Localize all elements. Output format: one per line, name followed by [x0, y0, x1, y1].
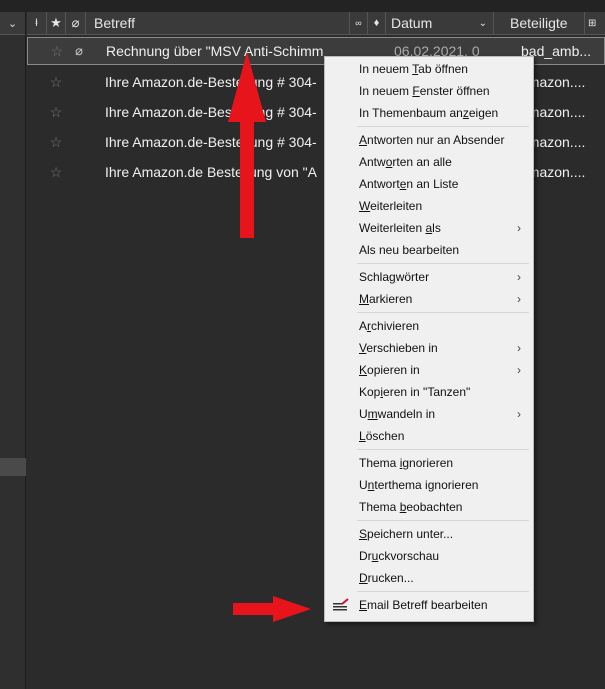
red-arrow-up-annotation: [228, 52, 266, 238]
submenu-chevron-icon: ›: [517, 407, 521, 421]
menu-item-label: In neuem Fenster öffnen: [359, 84, 490, 98]
menu-item-label: Schlagwörter: [359, 270, 430, 284]
submenu-chevron-icon: ›: [517, 363, 521, 377]
menu-item-verschieben-in[interactable]: Verschieben in ›: [325, 337, 533, 359]
attachment-column-icon[interactable]: ⌀: [66, 12, 86, 34]
edit-subject-icon: [333, 598, 349, 612]
starred-column-icon[interactable]: ★: [47, 12, 66, 34]
menu-item-umwandeln-in[interactable]: Umwandeln in ›: [325, 403, 533, 425]
column-picker-icon[interactable]: ⊞: [585, 12, 605, 34]
menu-item-label: Kopieren in: [359, 363, 420, 377]
menu-item-label: Antworten an Liste: [359, 177, 459, 191]
menu-item-label: Antworten nur an Absender: [359, 133, 505, 147]
star-icon[interactable]: ☆: [44, 134, 68, 151]
menu-item-email-betreff-bearbeiten[interactable]: Email Betreff bearbeiten: [325, 594, 533, 616]
menu-item-speichern-unter[interactable]: Speichern unter...: [325, 523, 533, 545]
menu-item-als-neu-bearbeiten[interactable]: Als neu bearbeiten: [325, 239, 533, 261]
menu-item-label: In neuem Tab öffnen: [359, 62, 468, 76]
message-subject: Rechnung über "MSV Anti-Schimm: [106, 43, 324, 59]
menu-item-kopieren-in[interactable]: Kopieren in ›: [325, 359, 533, 381]
menu-separator: [357, 263, 529, 264]
menu-item-unterthema-ignorieren[interactable]: Unterthema ignorieren: [325, 474, 533, 496]
red-arrow-right-annotation: [233, 596, 311, 622]
menu-item-label: Weiterleiten: [359, 199, 423, 213]
menu-separator: [357, 591, 529, 592]
menu-item-in-neuem-fenster-öffnen[interactable]: In neuem Fenster öffnen: [325, 80, 533, 102]
column-participants[interactable]: Beteiligte: [494, 12, 585, 34]
menu-item-label: Archivieren: [359, 319, 420, 333]
menu-item-druckvorschau[interactable]: Druckvorschau: [325, 545, 533, 567]
menu-item-label: Thema ignorieren: [359, 456, 454, 470]
star-icon[interactable]: ☆: [44, 104, 68, 121]
message-subject: Ihre Amazon.de-Bestellung # 304-: [105, 134, 317, 150]
menu-item-label: Druckvorschau: [359, 549, 440, 563]
menu-item-label: Umwandeln in: [359, 407, 436, 421]
submenu-chevron-icon: ›: [517, 341, 521, 355]
star-icon[interactable]: ☆: [44, 164, 68, 181]
star-icon[interactable]: ☆: [45, 43, 69, 60]
menu-item-thema-ignorieren[interactable]: Thema ignorieren: [325, 452, 533, 474]
menu-item-label: Als neu bearbeiten: [359, 243, 460, 257]
menu-item-label: Kopieren in "Tanzen": [359, 385, 471, 399]
top-bar: [0, 0, 605, 12]
menu-item-label: Thema beobachten: [359, 500, 463, 514]
menu-item-weiterleiten-als[interactable]: Weiterleiten als ›: [325, 217, 533, 239]
menu-item-label: Email Betreff bearbeiten: [359, 598, 488, 612]
menu-item-label: Weiterleiten als: [359, 221, 441, 235]
menu-item-antworten-an-alle[interactable]: Antworten an alle: [325, 151, 533, 173]
menu-item-label: Unterthema ignorieren: [359, 478, 479, 492]
submenu-chevron-icon: ›: [517, 221, 521, 235]
menu-item-thema-beobachten[interactable]: Thema beobachten: [325, 496, 533, 518]
message-subject: Ihre Amazon.de-Bestellung # 304-: [105, 104, 317, 120]
read-column-icon[interactable]: ∞: [350, 12, 368, 34]
menu-item-archivieren[interactable]: Archivieren: [325, 315, 533, 337]
menu-item-label: Antworten an alle: [359, 155, 452, 169]
menu-item-in-themenbaum-anzeigen[interactable]: In Themenbaum anzeigen: [325, 102, 533, 124]
thread-column-icon[interactable]: ⱡ: [27, 12, 47, 34]
column-participants-label: Beteiligte: [510, 15, 568, 31]
folder-pane-dropdown[interactable]: ⌄: [0, 12, 25, 35]
menu-item-in-neuem-tab-öffnen[interactable]: In neuem Tab öffnen: [325, 58, 533, 80]
menu-separator: [357, 520, 529, 521]
column-date[interactable]: Datum ⌄: [386, 12, 494, 34]
menu-item-markieren[interactable]: Markieren ›: [325, 288, 533, 310]
menu-item-label: Markieren: [359, 292, 413, 306]
column-subject[interactable]: Betreff: [86, 12, 350, 34]
message-list-header: ⱡ ★ ⌀ Betreff ∞ ♦ Datum ⌄ Beteiligte ⊞: [27, 12, 605, 35]
folder-pane: ⌄: [0, 12, 26, 689]
context-menu: In neuem Tab öffnen In neuem Fenster öffn…: [324, 56, 534, 622]
submenu-chevron-icon: ›: [517, 270, 521, 284]
menu-item-label: In Themenbaum anzeigen: [359, 106, 499, 120]
column-subject-label: Betreff: [94, 15, 135, 31]
message-subject: Ihre Amazon.de Bestellung von "A: [105, 164, 317, 180]
menu-item-label: Verschieben in: [359, 341, 438, 355]
column-date-label: Datum: [391, 15, 433, 31]
menu-item-label: Löschen: [359, 429, 405, 443]
menu-separator: [357, 449, 529, 450]
menu-item-kopieren-in-tanzen[interactable]: Kopieren in "Tanzen": [325, 381, 533, 403]
menu-item-antworten-nur-an-absender[interactable]: Antworten nur an Absender: [325, 129, 533, 151]
star-icon[interactable]: ☆: [44, 74, 68, 91]
sort-chevron-icon: ⌄: [478, 17, 487, 29]
selected-folder[interactable]: [0, 458, 26, 476]
attachment-icon: ⌀: [75, 43, 83, 58]
menu-item-löschen[interactable]: Löschen: [325, 425, 533, 447]
junk-column-icon[interactable]: ♦: [368, 12, 386, 34]
menu-item-antworten-an-liste[interactable]: Antworten an Liste: [325, 173, 533, 195]
menu-separator: [357, 126, 529, 127]
menu-item-drucken[interactable]: Drucken...: [325, 567, 533, 589]
menu-item-label: Drucken...: [359, 571, 414, 585]
menu-item-weiterleiten[interactable]: Weiterleiten: [325, 195, 533, 217]
menu-item-schlagwörter[interactable]: Schlagwörter ›: [325, 266, 533, 288]
message-subject: Ihre Amazon.de-Bestellung # 304-: [105, 74, 317, 90]
menu-separator: [357, 312, 529, 313]
submenu-chevron-icon: ›: [517, 292, 521, 306]
menu-item-label: Speichern unter...: [359, 527, 454, 541]
